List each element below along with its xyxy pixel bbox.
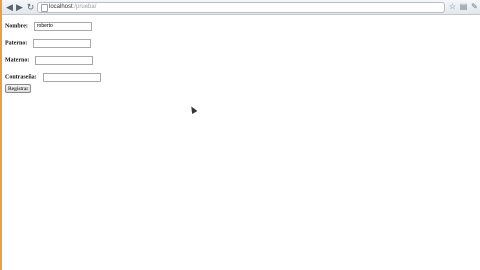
registrar-button[interactable]: Registrar bbox=[5, 84, 32, 93]
url-path: :/prueba/ bbox=[72, 4, 97, 10]
wrench-icon[interactable]: ✎ bbox=[470, 2, 479, 12]
materno-row: Materno: bbox=[5, 51, 94, 69]
browser-toolbar: ◀ ▶ ↻ localhost:/prueba/ ☆ ▤ ✎ bbox=[2, 0, 480, 15]
window-edge bbox=[0, 0, 2, 270]
page-icon bbox=[41, 4, 48, 12]
mouse-cursor-icon bbox=[188, 104, 198, 115]
star-icon[interactable]: ☆ bbox=[448, 2, 457, 12]
address-bar[interactable]: localhost:/prueba/ bbox=[37, 2, 445, 13]
paterno-input[interactable] bbox=[33, 38, 92, 48]
url-text: localhost:/prueba/ bbox=[49, 3, 96, 12]
nombre-label: Nombre: bbox=[5, 23, 28, 30]
materno-label: Materno: bbox=[5, 57, 30, 64]
reload-icon[interactable]: ↻ bbox=[26, 2, 35, 12]
contrasena-input[interactable] bbox=[42, 72, 101, 82]
materno-input[interactable] bbox=[35, 55, 94, 65]
page-menu-icon[interactable]: ▤ bbox=[459, 2, 468, 12]
forward-arrow-icon[interactable]: ▶ bbox=[15, 2, 24, 12]
paterno-label: Paterno: bbox=[5, 40, 28, 47]
paterno-row: Paterno: bbox=[5, 34, 92, 52]
contrasena-label: Contraseña: bbox=[5, 74, 37, 81]
nombre-input[interactable] bbox=[33, 21, 92, 31]
url-host: localhost bbox=[49, 4, 73, 10]
back-arrow-icon[interactable]: ◀ bbox=[5, 2, 14, 12]
nombre-row: Nombre: bbox=[5, 17, 92, 35]
